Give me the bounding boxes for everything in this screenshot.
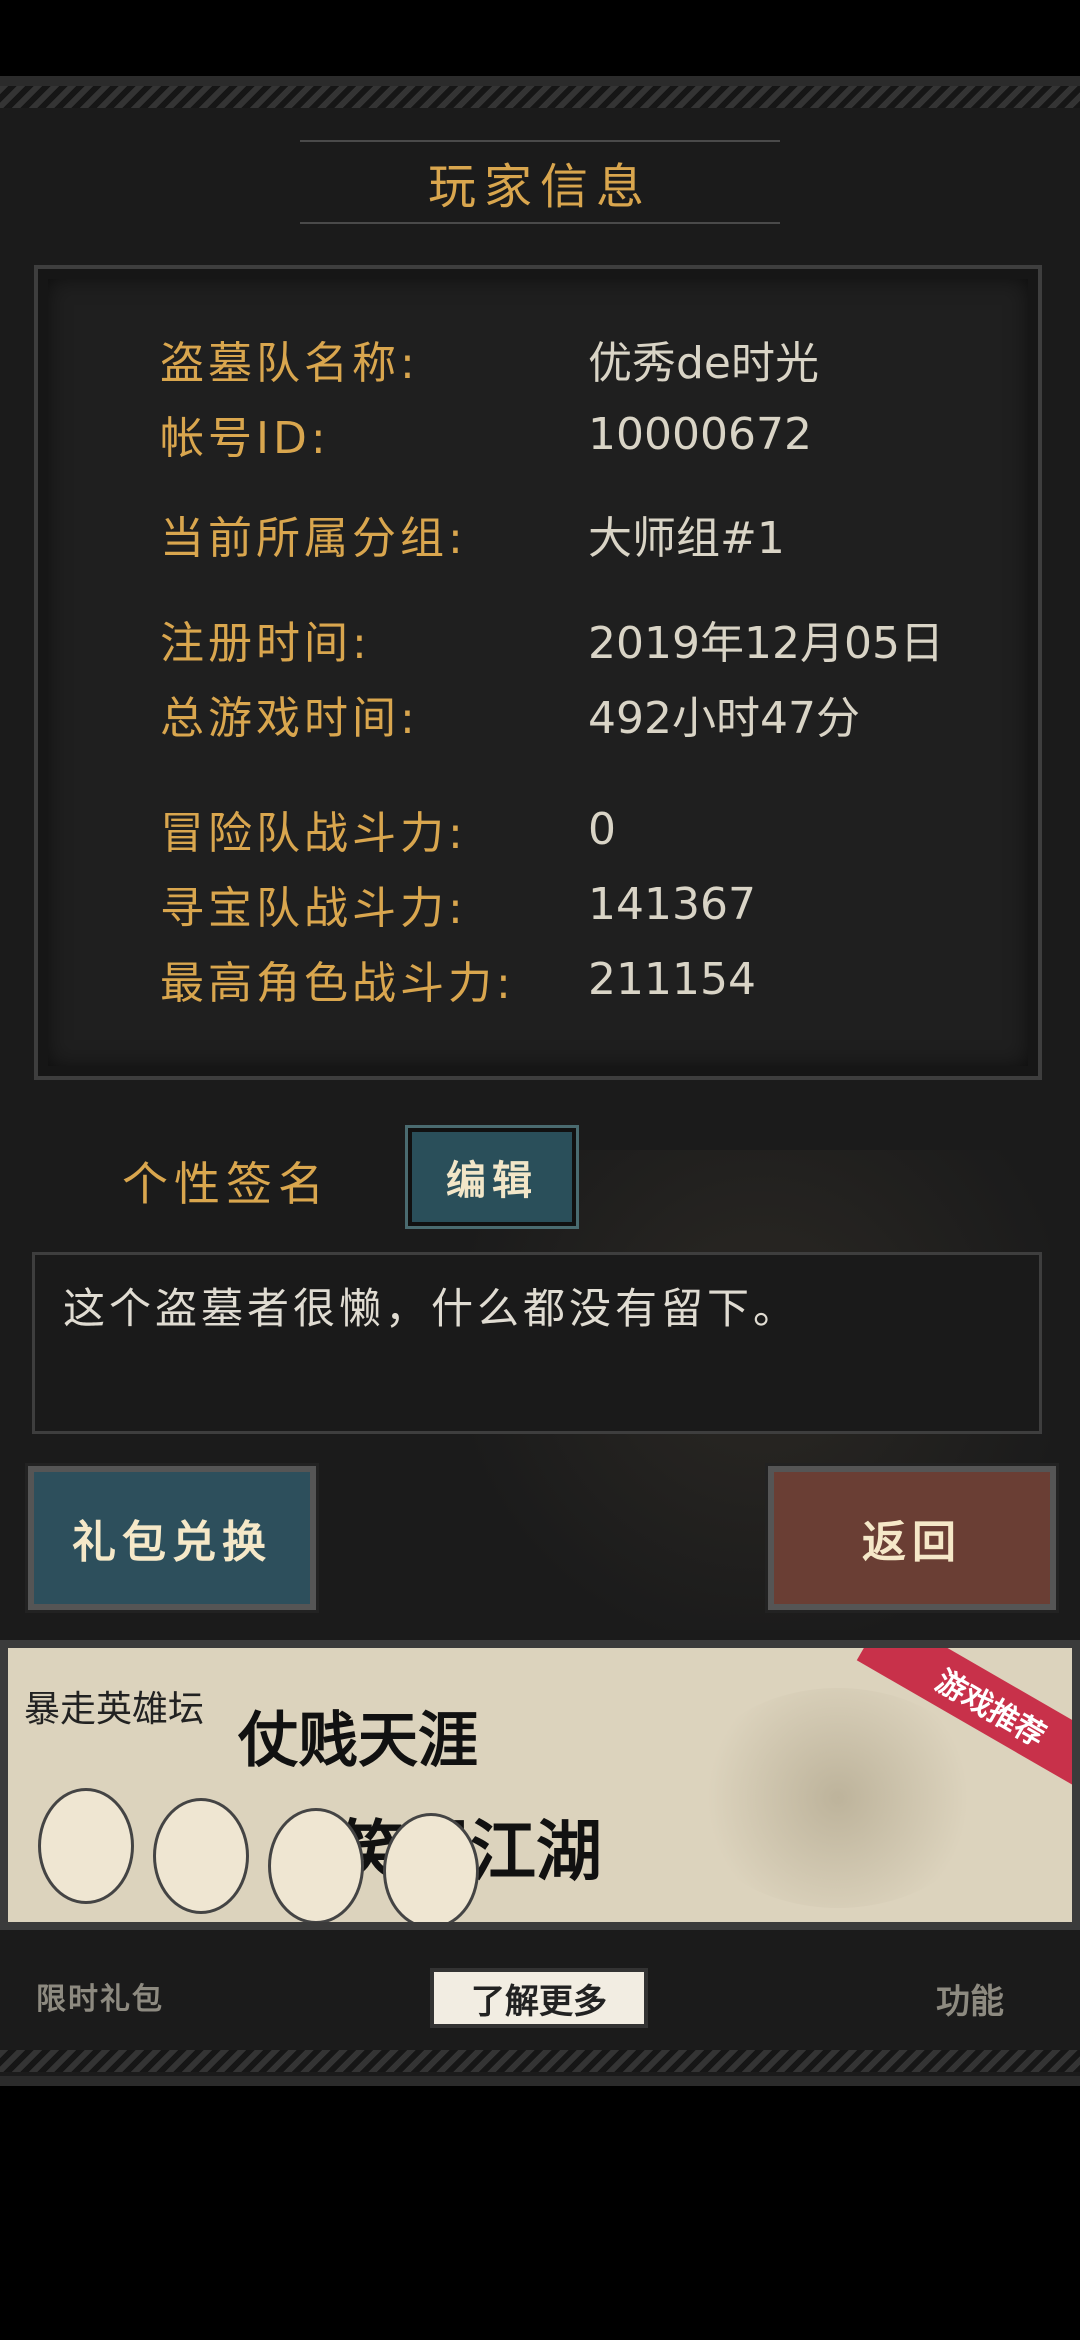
player-info-panel: 盗墓队名称: 优秀de时光 帐号ID: 10000672 当前所属分组: 大师组… — [34, 265, 1042, 1080]
info-label: 冒险队战斗力: — [160, 808, 467, 859]
info-row-group: 当前所属分组: 大师组#1 — [160, 504, 785, 564]
info-label: 帐号ID: — [160, 413, 330, 464]
frame-top-pattern — [0, 86, 1080, 108]
bottom-nav: 限时礼包 了解更多 功能 — [0, 1930, 1080, 2072]
info-label: 盗墓队名称: — [160, 338, 419, 389]
info-row-account-id: 帐号ID: 10000672 — [160, 404, 812, 465]
banner-brand: 暴走英雄坛 — [24, 1689, 205, 1730]
info-label: 当前所属分组: — [160, 513, 467, 564]
info-value: 10000672 — [588, 408, 812, 460]
frame-bottom-pattern — [0, 2050, 1080, 2072]
signature-text: 这个盗墓者很懒，什么都没有留下。 — [63, 1284, 800, 1333]
info-value: 2019年12月05日 — [588, 618, 944, 669]
info-value: 492小时47分 — [588, 693, 860, 744]
signature-box: 这个盗墓者很懒，什么都没有留下。 — [32, 1252, 1042, 1434]
info-value: 优秀de时光 — [588, 338, 819, 389]
info-row-team-name: 盗墓队名称: 优秀de时光 — [160, 329, 819, 389]
info-row-adventure-power: 冒险队战斗力: 0 — [160, 799, 616, 860]
banner-slogan-line1: 仗贱天涯 — [238, 1706, 478, 1776]
banner-character-art — [688, 1688, 988, 1908]
banner-character-face — [153, 1798, 249, 1914]
banner-character-face — [383, 1813, 479, 1922]
banner-character-face — [38, 1788, 134, 1904]
info-value: 211154 — [588, 953, 756, 1005]
banner-character-face — [268, 1808, 364, 1922]
info-value: 0 — [588, 803, 616, 855]
title-bar: 玩家信息 — [300, 140, 780, 224]
info-row-play-time: 总游戏时间: 492小时47分 — [160, 684, 860, 744]
back-button[interactable]: 返回 — [765, 1463, 1059, 1613]
learn-more-button[interactable]: 了解更多 — [430, 1968, 648, 2028]
info-value: 141367 — [588, 878, 756, 930]
info-label: 最高角色战斗力: — [160, 958, 515, 1009]
signature-label: 个性签名 — [122, 1157, 330, 1211]
ad-banner[interactable]: 暴走英雄坛 仗贱天涯 笑屎江湖 游戏推荐 — [0, 1640, 1080, 1930]
gift-redeem-button[interactable]: 礼包兑换 — [25, 1463, 319, 1613]
page-title: 玩家信息 — [427, 159, 652, 215]
limited-gift-button[interactable]: 限时礼包 — [36, 1974, 164, 2018]
info-label: 注册时间: — [160, 618, 371, 669]
info-row-max-power: 最高角色战斗力: 211154 — [160, 949, 756, 1010]
info-label: 寻宝队战斗力: — [160, 883, 467, 934]
info-row-register-time: 注册时间: 2019年12月05日 — [160, 609, 944, 669]
info-label: 总游戏时间: — [160, 693, 419, 744]
edit-signature-button[interactable]: 编辑 — [405, 1125, 579, 1229]
function-button[interactable]: 功能 — [936, 1974, 1004, 2023]
info-row-treasure-power: 寻宝队战斗力: 141367 — [160, 874, 756, 935]
info-value: 大师组#1 — [588, 513, 785, 564]
